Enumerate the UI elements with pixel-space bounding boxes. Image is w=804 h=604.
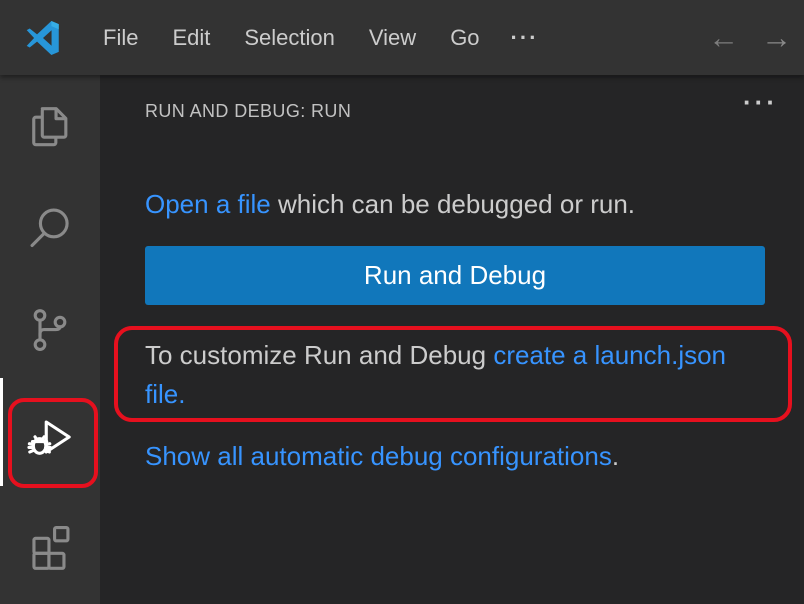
open-file-text: which can be debugged or run.	[271, 189, 635, 219]
history-navigation: ← →	[708, 0, 804, 75]
menu-file[interactable]: File	[86, 0, 155, 75]
show-all-suffix: .	[612, 441, 619, 471]
active-view-indicator	[0, 378, 3, 486]
vscode-logo-icon	[22, 17, 64, 59]
sidebar-item-source-control[interactable]	[25, 305, 75, 355]
menu-view[interactable]: View	[352, 0, 433, 75]
customize-message: To customize Run and Debug create a laun…	[145, 336, 767, 414]
sidebar-item-extensions[interactable]	[25, 520, 75, 570]
go-forward-icon[interactable]: →	[761, 0, 792, 75]
git-branch-icon	[25, 305, 75, 355]
show-all-configurations-message: Show all automatic debug configurations.	[145, 437, 767, 475]
open-file-message: Open a file which can be debugged or run…	[145, 185, 767, 223]
create-launch-json-link-line2[interactable]: file.	[145, 379, 185, 409]
run-and-debug-button[interactable]: Run and Debug	[145, 246, 765, 305]
sidebar-item-search[interactable]	[25, 203, 75, 253]
sidebar-item-explorer[interactable]	[25, 102, 75, 152]
search-icon	[25, 203, 75, 253]
menu-go[interactable]: Go	[433, 0, 496, 75]
open-a-file-link[interactable]: Open a file	[145, 189, 271, 219]
create-launch-json-link[interactable]: create a launch.json	[493, 340, 726, 370]
panel-more-actions-icon[interactable]: ···	[743, 87, 778, 118]
go-back-icon[interactable]: ←	[708, 0, 739, 75]
customize-text: To customize Run and Debug	[145, 340, 493, 370]
extensions-icon	[25, 520, 75, 570]
debug-icon	[25, 412, 75, 462]
sidebar-item-run-and-debug[interactable]	[25, 412, 75, 462]
activity-bar	[0, 75, 100, 604]
menu-more-icon[interactable]: ···	[497, 0, 553, 75]
run-and-debug-panel: RUN AND DEBUG: RUN ··· Open a file which…	[100, 75, 804, 604]
title-bar: File Edit Selection View Go ··· ← →	[0, 0, 804, 75]
show-all-debug-configurations-link[interactable]: Show all automatic debug configurations	[145, 441, 612, 471]
menu-selection[interactable]: Selection	[227, 0, 352, 75]
panel-title: RUN AND DEBUG: RUN	[145, 101, 351, 122]
menu-edit[interactable]: Edit	[155, 0, 227, 75]
files-icon	[25, 102, 75, 152]
